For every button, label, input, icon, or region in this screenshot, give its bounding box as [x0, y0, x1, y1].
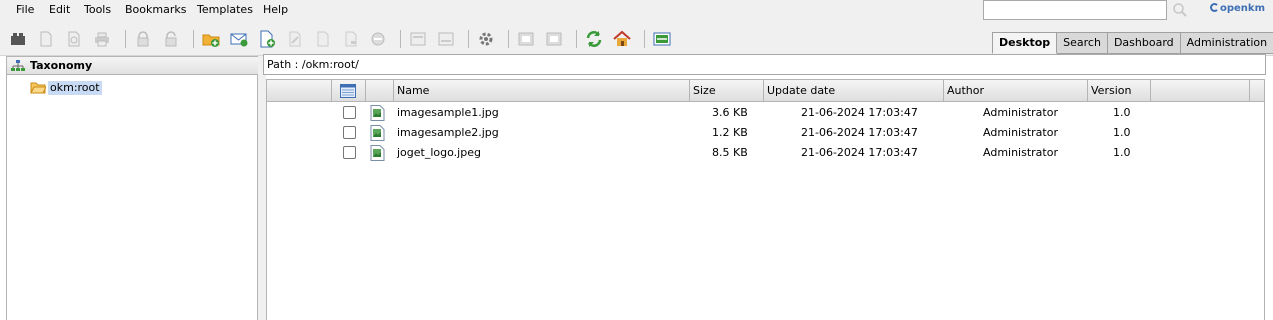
- open-folder-icon: [30, 82, 46, 94]
- file-browser-table: Name Size Update date Author Version ima…: [266, 79, 1265, 320]
- cell-name[interactable]: imagesample1.jpg: [397, 103, 499, 123]
- toolbar-separator: [508, 30, 509, 48]
- lock-icon[interactable]: [134, 30, 152, 48]
- cell-author: Administrator: [983, 146, 1058, 159]
- cell-version: 1.0: [1113, 106, 1131, 119]
- path-text: Path : /okm:root/: [267, 58, 359, 71]
- checkout-icon[interactable]: [314, 30, 332, 48]
- image-file-icon: [370, 105, 385, 121]
- main-tabs: Desktop Search Dashboard Administration: [992, 32, 1273, 54]
- cell-size: 1.2 KB: [712, 126, 748, 139]
- print-icon[interactable]: [93, 30, 111, 48]
- cell-author: Administrator: [983, 126, 1058, 139]
- cell-name[interactable]: imagesample2.jpg: [397, 123, 499, 143]
- menu-edit[interactable]: Edit: [47, 3, 72, 16]
- logo-mark-icon: [1210, 3, 1219, 12]
- cell-size: 8.5 KB: [712, 146, 748, 159]
- toolbar-separator: [193, 30, 194, 48]
- toolbar-separator: [644, 30, 645, 48]
- menu-help[interactable]: Help: [261, 3, 290, 16]
- tab-search[interactable]: Search: [1057, 32, 1108, 54]
- col-type[interactable]: [366, 80, 394, 102]
- select-all-icon[interactable]: [340, 84, 356, 98]
- unlock-icon[interactable]: [162, 30, 180, 48]
- menu-templates[interactable]: Templates: [195, 3, 255, 16]
- search-input[interactable]: [983, 0, 1167, 20]
- new-folder-icon[interactable]: [202, 30, 220, 48]
- cell-version: 1.0: [1113, 126, 1131, 139]
- edit-document-icon[interactable]: [286, 30, 304, 48]
- search-icon[interactable]: [1172, 2, 1188, 18]
- logo-text: openkm: [1220, 3, 1265, 14]
- panel-splitter[interactable]: [258, 56, 266, 320]
- home-icon[interactable]: [613, 30, 631, 48]
- row-checkbox[interactable]: [343, 126, 356, 139]
- pdf-icon[interactable]: [65, 30, 83, 48]
- image-file-icon: [370, 145, 385, 161]
- table-row[interactable]: imagesample2.jpg 1.2 KB 21-06-2024 17:03…: [267, 123, 1264, 143]
- cell-size: 3.6 KB: [712, 106, 748, 119]
- cell-date: 21-06-2024 17:03:47: [801, 106, 918, 119]
- cell-author: Administrator: [983, 106, 1058, 119]
- toolbar-separator: [125, 30, 126, 48]
- workflow-icon[interactable]: [477, 30, 495, 48]
- menu-bookmarks[interactable]: Bookmarks: [123, 3, 188, 16]
- col-status[interactable]: [267, 80, 332, 102]
- col-update-date[interactable]: Update date: [764, 80, 944, 102]
- new-document-icon[interactable]: [258, 30, 276, 48]
- col-author[interactable]: Author: [944, 80, 1088, 102]
- toolbar-separator: [468, 30, 469, 48]
- row-checkbox[interactable]: [343, 146, 356, 159]
- table-row[interactable]: joget_logo.jpeg 8.5 KB 21-06-2024 17:03:…: [267, 143, 1264, 163]
- col-version[interactable]: Version: [1088, 80, 1151, 102]
- taxonomy-title: Taxonomy: [30, 59, 93, 72]
- add-subscription-icon[interactable]: [517, 30, 535, 48]
- new-mail-icon[interactable]: [230, 30, 248, 48]
- remove-property-group-icon[interactable]: [437, 30, 455, 48]
- split-view-icon[interactable]: [653, 30, 671, 48]
- path-bar: Path : /okm:root/: [263, 54, 1266, 75]
- tree-node-label[interactable]: okm:root: [48, 81, 102, 95]
- cancel-checkout-icon[interactable]: [342, 30, 360, 48]
- col-filler: [1151, 80, 1250, 102]
- menu-tools[interactable]: Tools: [82, 3, 113, 16]
- add-property-group-icon[interactable]: [409, 30, 427, 48]
- refresh-icon[interactable]: [585, 30, 603, 48]
- table-row[interactable]: imagesample1.jpg 3.6 KB 21-06-2024 17:03…: [267, 103, 1264, 123]
- toolbar-separator: [400, 30, 401, 48]
- col-size[interactable]: Size: [690, 80, 764, 102]
- delete-icon[interactable]: [369, 30, 387, 48]
- tab-dashboard[interactable]: Dashboard: [1107, 32, 1181, 54]
- tab-desktop[interactable]: Desktop: [992, 32, 1058, 54]
- image-file-icon: [370, 125, 385, 141]
- menubar: File Edit Tools Bookmarks Templates Help…: [0, 0, 1273, 22]
- tree-structure-icon: [11, 60, 25, 71]
- toolbar-separator: [576, 30, 577, 48]
- cell-date: 21-06-2024 17:03:47: [801, 146, 918, 159]
- menu-file[interactable]: File: [14, 3, 36, 16]
- row-checkbox[interactable]: [343, 106, 356, 119]
- add-document-icon[interactable]: [37, 30, 55, 48]
- openkm-logo: openkm: [1210, 3, 1265, 14]
- toolbar: Desktop Search Dashboard Administration: [0, 22, 1273, 56]
- cell-name[interactable]: joget_logo.jpeg: [397, 143, 481, 163]
- taxonomy-panel: Taxonomy okm:root: [6, 56, 258, 320]
- col-select-all[interactable]: [332, 80, 366, 102]
- col-name[interactable]: Name: [394, 80, 690, 102]
- table-header: Name Size Update date Author Version: [267, 79, 1264, 102]
- bookmark-icon[interactable]: [9, 30, 27, 48]
- taxonomy-header[interactable]: Taxonomy: [7, 56, 258, 75]
- cell-version: 1.0: [1113, 146, 1131, 159]
- remove-subscription-icon[interactable]: [545, 30, 563, 48]
- tab-administration[interactable]: Administration: [1180, 32, 1273, 54]
- cell-date: 21-06-2024 17:03:47: [801, 126, 918, 139]
